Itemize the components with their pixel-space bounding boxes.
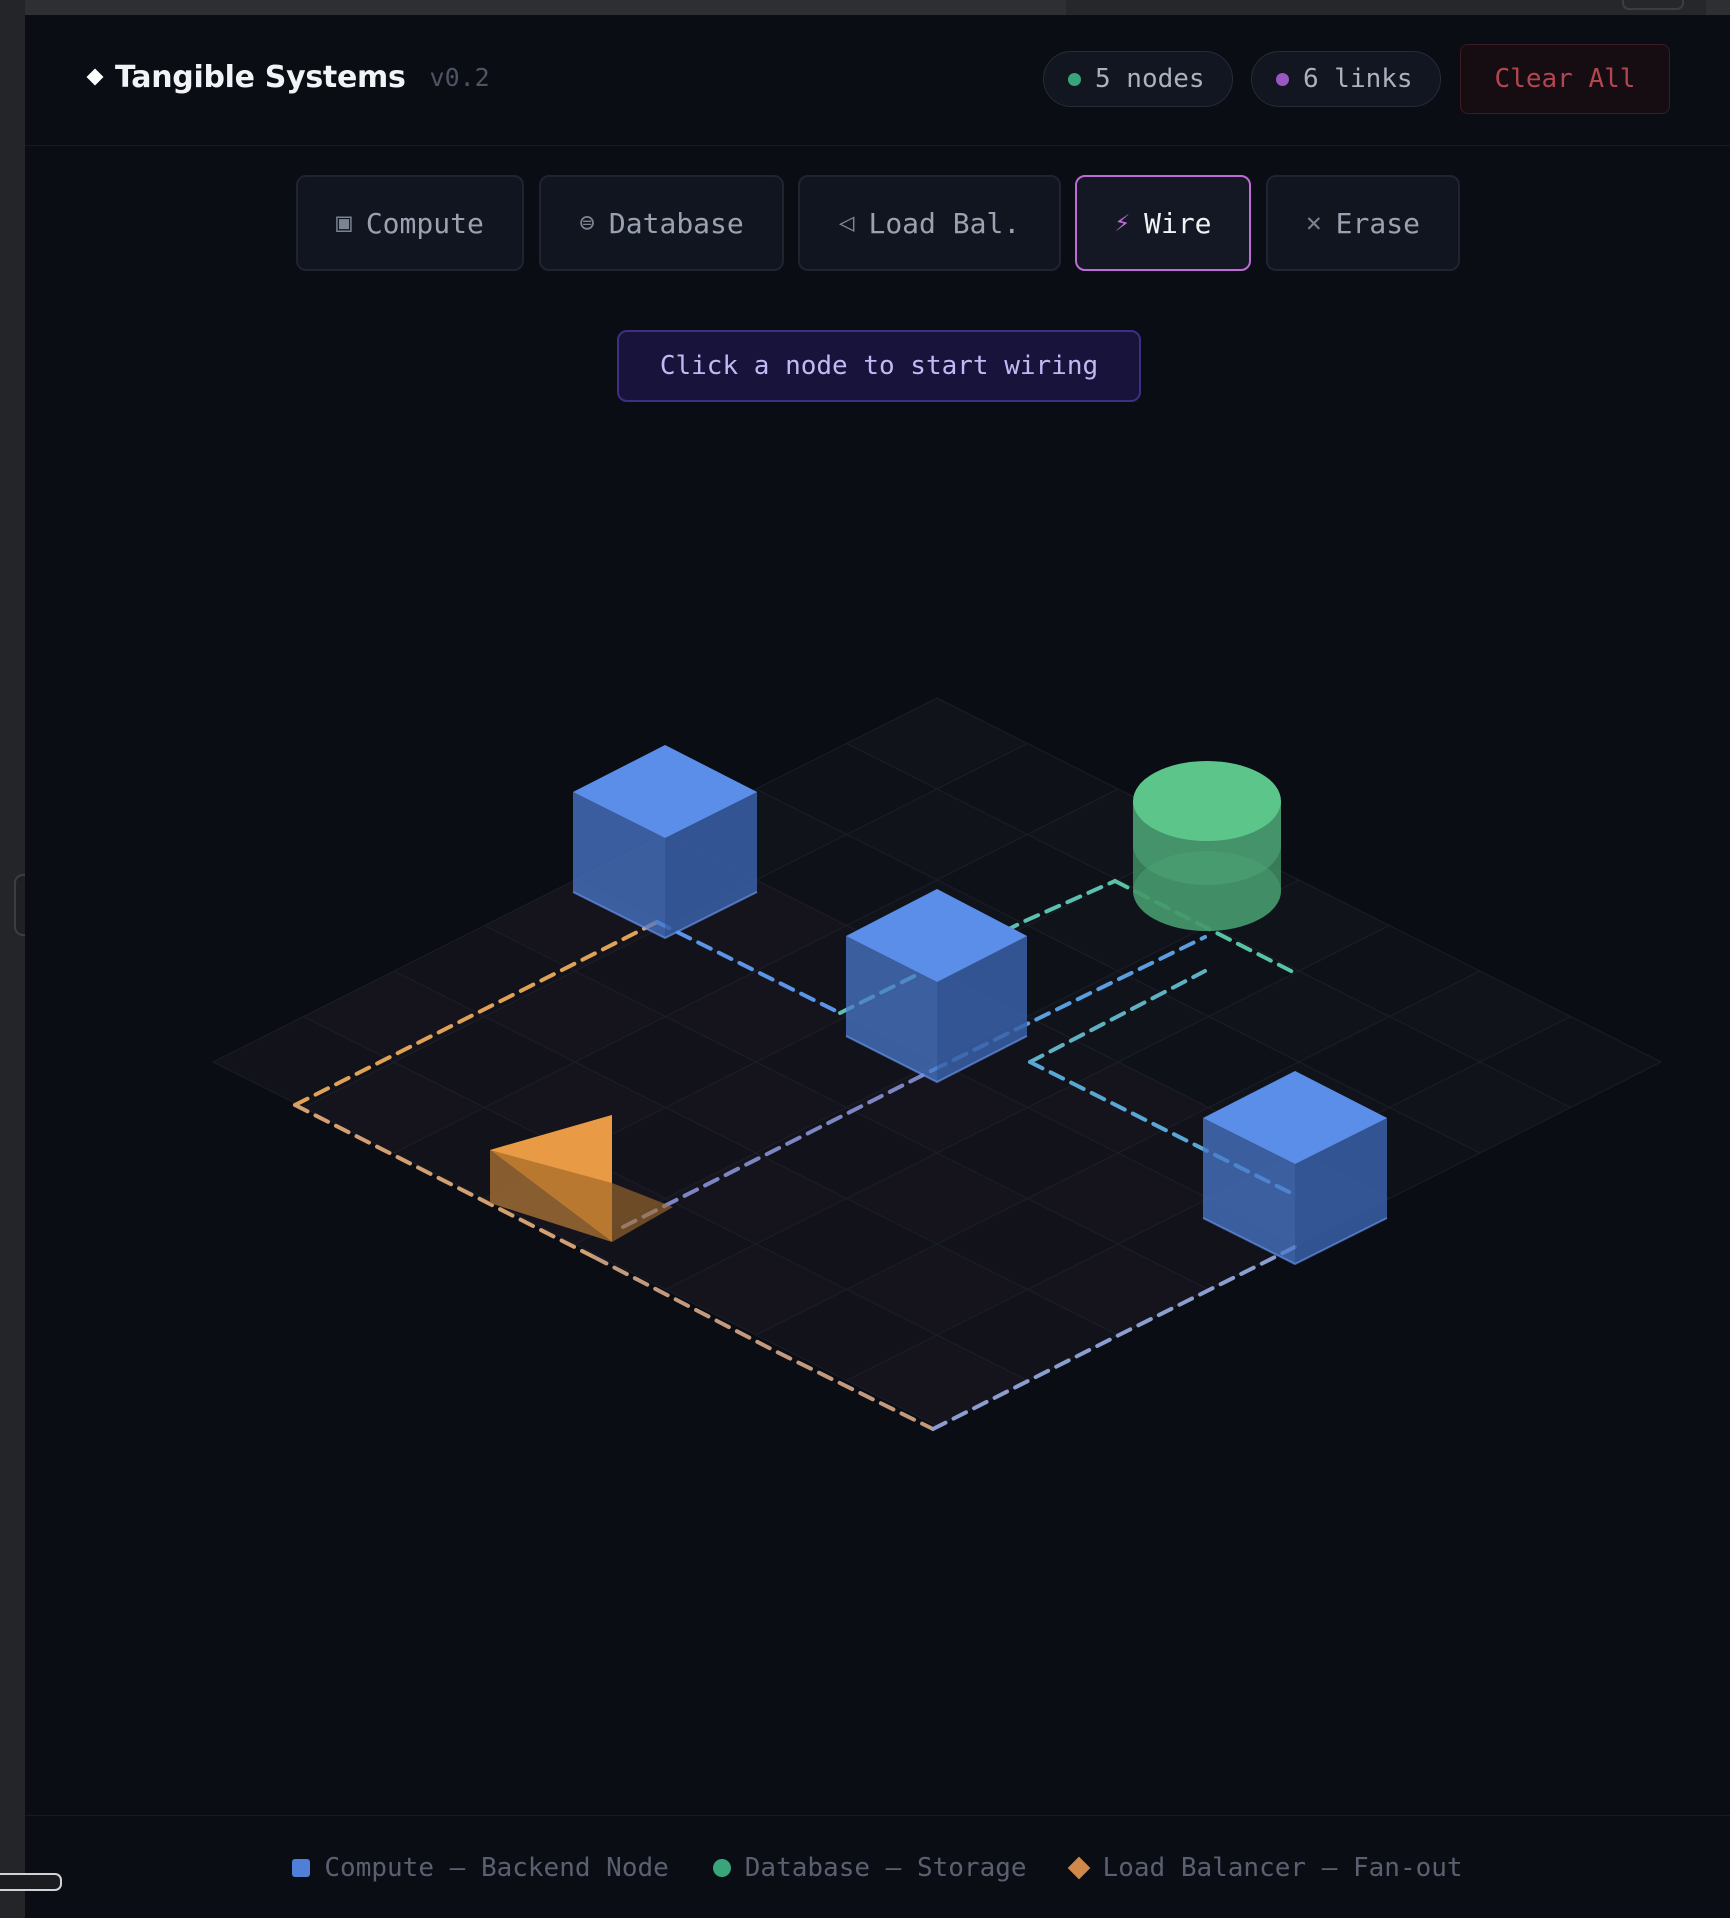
database-node[interactable] bbox=[1133, 761, 1281, 931]
database-swatch-icon bbox=[712, 1858, 731, 1877]
legend-item-database: Database — Storage bbox=[712, 1852, 1027, 1883]
legend-label: Database — Storage bbox=[744, 1852, 1027, 1883]
load-balancer-swatch-icon bbox=[1067, 1856, 1090, 1879]
compute-swatch-icon bbox=[292, 1858, 311, 1877]
scroll-handle[interactable] bbox=[0, 1873, 62, 1891]
legend-label: Load Balancer — Fan-out bbox=[1102, 1852, 1463, 1883]
legend-label: Compute — Backend Node bbox=[324, 1852, 669, 1883]
legend-item-load-balancer: Load Balancer — Fan-out bbox=[1067, 1852, 1463, 1883]
app: Tangible Systems v0.2 5 nodes 6 links Cl… bbox=[25, 15, 1730, 1918]
top-panel-handle[interactable] bbox=[1622, 0, 1684, 10]
isometric-canvas[interactable] bbox=[25, 15, 1730, 1815]
legend: Compute — Backend Node Database — Storag… bbox=[25, 1815, 1730, 1918]
legend-item-compute: Compute — Backend Node bbox=[292, 1852, 669, 1883]
left-rail bbox=[0, 0, 26, 1918]
window: Tangible Systems v0.2 5 nodes 6 links Cl… bbox=[0, 0, 1730, 1918]
